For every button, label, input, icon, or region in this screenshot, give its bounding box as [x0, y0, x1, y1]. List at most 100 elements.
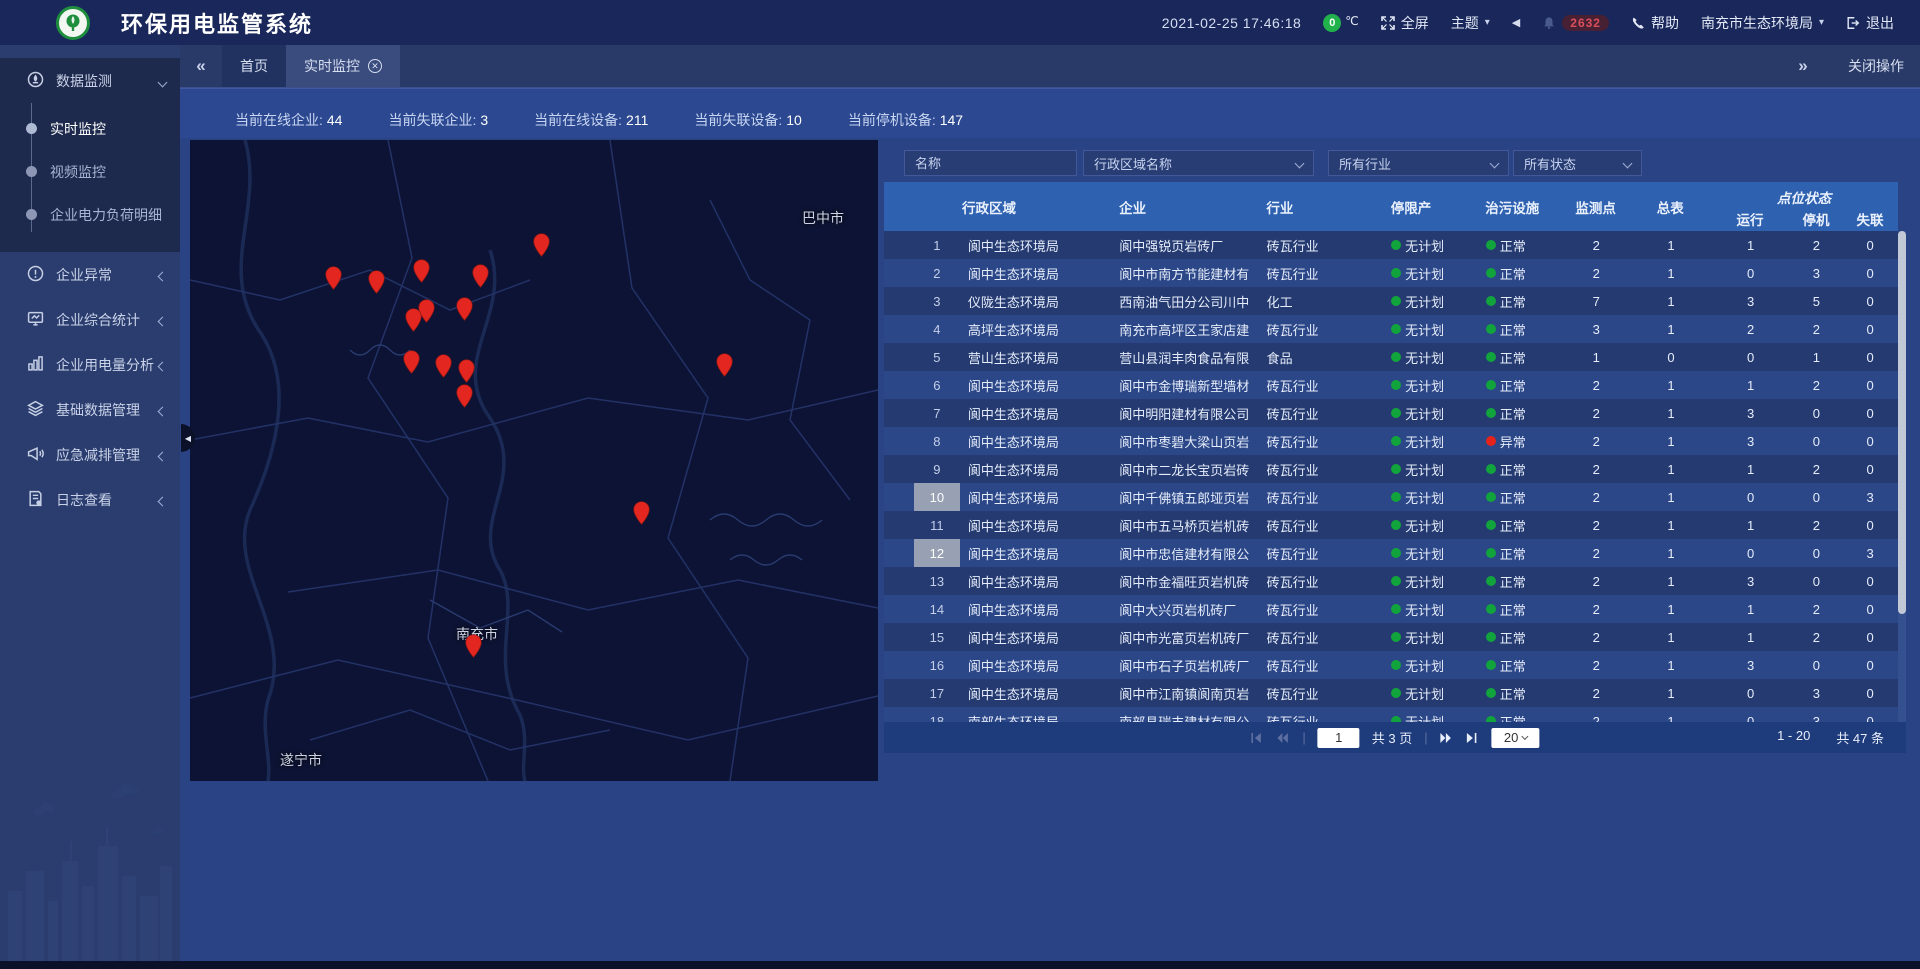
table-row[interactable]: 17阆中生态环境局阆中市江南镇阆南页岩砖瓦行业无计划正常21030: [884, 679, 1898, 707]
map-pin-icon[interactable]: [633, 501, 650, 525]
sidebar-item-label: 企业综合统计: [56, 310, 140, 330]
table-row[interactable]: 13阆中生态环境局阆中市金福旺页岩机砖砖瓦行业无计划正常21300: [884, 567, 1898, 595]
scrollbar-thumb[interactable]: [1898, 231, 1906, 614]
sidebar-item-company-statistics[interactable]: 企业综合统计: [0, 297, 180, 342]
tabs-scroll-left-button[interactable]: «: [180, 45, 222, 87]
table-row[interactable]: 12阆中生态环境局阆中市忠信建材有限公砖瓦行业无计划正常21003: [884, 539, 1898, 567]
status-filter-select[interactable]: 所有状态: [1513, 150, 1642, 176]
cell-running: 1: [1711, 630, 1791, 645]
map-panel[interactable]: 巴中市南充市遂宁市: [190, 140, 878, 781]
collapse-notice-button[interactable]: ◀: [1512, 16, 1520, 29]
table-row[interactable]: 9阆中生态环境局阆中市二龙长宝页岩砖砖瓦行业无计划正常21120: [884, 455, 1898, 483]
tab-realtime-monitor[interactable]: 实时监控 ✕: [286, 45, 400, 87]
cell-facility-status: 异常: [1484, 432, 1562, 451]
name-filter-field[interactable]: [904, 150, 1077, 176]
logout-button[interactable]: 退出: [1846, 13, 1894, 33]
cell-monitor-points: 2: [1561, 714, 1631, 723]
table-row[interactable]: 1阆中生态环境局阆中强锐页岩砖厂砖瓦行业无计划正常21120: [884, 231, 1898, 259]
table-row[interactable]: 3仪陇生态环境局西南油气田分公司川中化工无计划正常71350: [884, 287, 1898, 315]
sidebar-item-power-usage-analysis[interactable]: 企业用电量分析: [0, 342, 180, 387]
page-size-select[interactable]: 20: [1492, 728, 1540, 748]
map-pin-icon[interactable]: [458, 359, 475, 383]
table-panel: 行政区域名称 所有行业 所有状态 行政区域企业行业停限产治污设施监测点总表点位状…: [884, 140, 1906, 753]
map-pin-icon[interactable]: [418, 299, 435, 323]
map-pin-icon[interactable]: [325, 266, 342, 290]
cell-stopped: 3: [1790, 714, 1842, 723]
page-number-input[interactable]: [1318, 728, 1360, 748]
last-page-button[interactable]: [1466, 732, 1480, 744]
pagination-bar: | 共 3 页 | 20 1 - 20 共 47 条: [884, 722, 1906, 753]
datetime-text: 2021-02-25 17:46:18: [1162, 15, 1302, 31]
industry-filter-value: 所有行业: [1339, 154, 1391, 173]
table-scrollbar[interactable]: [1898, 231, 1906, 722]
org-dropdown[interactable]: 南充市生态环境局 ▾: [1701, 13, 1824, 33]
cell-stopped: 3: [1790, 686, 1842, 701]
theme-dropdown[interactable]: 主题 ▾: [1451, 13, 1490, 33]
prev-page-button[interactable]: [1276, 732, 1290, 744]
sidebar-item-power-load-detail[interactable]: 企业电力负荷明细: [0, 193, 180, 236]
first-page-button[interactable]: [1250, 732, 1264, 744]
tab-close-icon[interactable]: ✕: [368, 59, 382, 73]
table-row[interactable]: 16阆中生态环境局阆中市石子页岩机砖厂砖瓦行业无计划正常21300: [884, 651, 1898, 679]
cell-total-meters: 1: [1631, 546, 1711, 561]
table-row[interactable]: 11阆中生态环境局阆中市五马桥页岩机砖砖瓦行业无计划正常21120: [884, 511, 1898, 539]
cell-total-meters: 0: [1631, 350, 1711, 365]
map-pin-icon[interactable]: [465, 634, 482, 658]
cell-company: 阆中明阳建材有限公司: [1117, 404, 1264, 423]
map-pin-icon[interactable]: [413, 259, 430, 283]
table-row[interactable]: 5营山生态环境局营山县润丰肉食品有限食品无计划正常10010: [884, 343, 1898, 371]
map-pin-icon[interactable]: [368, 270, 385, 294]
temperature-value: 0: [1323, 14, 1341, 32]
table-row[interactable]: 8阆中生态环境局阆中市枣碧大梁山页岩砖瓦行业无计划异常21300: [884, 427, 1898, 455]
cell-stopped: 0: [1790, 574, 1842, 589]
column-header: 监测点: [1561, 182, 1631, 231]
notifications[interactable]: 2632: [1542, 15, 1609, 31]
sidebar-item-emergency-reduction[interactable]: 应急减排管理: [0, 432, 180, 477]
map-pin-icon[interactable]: [716, 353, 733, 377]
next-page-button[interactable]: [1440, 732, 1454, 744]
cell-monitor-points: 2: [1561, 462, 1631, 477]
status-dot-green-icon: [1486, 324, 1496, 334]
status-dot-green-icon: [1486, 576, 1496, 586]
sidebar-item-company-abnormal[interactable]: 企业异常: [0, 252, 180, 297]
sidebar-item-data-monitor[interactable]: 数据监测: [0, 58, 180, 103]
table-row[interactable]: 4高坪生态环境局南充市高坪区王家店建砖瓦行业无计划正常31220: [884, 315, 1898, 343]
cell-limit-status: 无计划: [1389, 628, 1484, 647]
tabs-scroll-right-button[interactable]: »: [1782, 56, 1824, 76]
map-pin-icon[interactable]: [533, 233, 550, 257]
cell-total-meters: 1: [1631, 490, 1711, 505]
theme-label: 主题: [1451, 13, 1479, 33]
fullscreen-button[interactable]: 全屏: [1381, 13, 1429, 33]
region-filter-select[interactable]: 行政区域名称: [1083, 150, 1314, 176]
logout-icon: [1846, 16, 1860, 30]
map-pin-icon[interactable]: [456, 297, 473, 321]
table-row[interactable]: 14阆中生态环境局阆中大兴页岩机砖厂砖瓦行业无计划正常21120: [884, 595, 1898, 623]
map-pin-icon[interactable]: [472, 264, 489, 288]
table-row[interactable]: 2阆中生态环境局阆中市南方节能建材有砖瓦行业无计划正常21030: [884, 259, 1898, 287]
cell-total-meters: 1: [1631, 714, 1711, 723]
table-row[interactable]: 15阆中生态环境局阆中市光富页岩机砖厂砖瓦行业无计划正常21120: [884, 623, 1898, 651]
tab-home[interactable]: 首页: [222, 45, 286, 87]
map-pin-icon[interactable]: [435, 354, 452, 378]
table-row[interactable]: 10阆中生态环境局阆中千佛镇五郎垭页岩砖瓦行业无计划正常21003: [884, 483, 1898, 511]
map-pin-icon[interactable]: [403, 350, 420, 374]
table-row[interactable]: 7阆中生态环境局阆中明阳建材有限公司砖瓦行业无计划正常21300: [884, 399, 1898, 427]
map-pin-icon[interactable]: [456, 384, 473, 408]
table-row[interactable]: 18南部生态环境局南部县瑞丰建材有限公砖瓦行业无计划正常21030: [884, 707, 1898, 722]
sidebar-item-log-view[interactable]: 日志查看: [0, 477, 180, 522]
facility-status-text: 正常: [1500, 516, 1526, 535]
status-dot-green-icon: [1391, 240, 1401, 250]
sidebar-item-video-monitor[interactable]: 视频监控: [0, 150, 180, 193]
limit-status-text: 无计划: [1405, 684, 1444, 703]
name-filter-input[interactable]: [915, 156, 1066, 171]
industry-filter-select[interactable]: 所有行业: [1328, 150, 1509, 176]
fullscreen-icon: [1381, 16, 1395, 30]
stat-item: 当前失联设备:10: [694, 110, 801, 130]
cell-running: 0: [1711, 714, 1791, 723]
close-operations-button[interactable]: 关闭操作: [1848, 56, 1904, 76]
help-button[interactable]: 帮助: [1631, 13, 1679, 33]
sidebar-item-base-data-management[interactable]: 基础数据管理: [0, 387, 180, 432]
table-row[interactable]: 6阆中生态环境局阆中市金博瑞新型墙材砖瓦行业无计划正常21120: [884, 371, 1898, 399]
sidebar-item-realtime-monitor[interactable]: 实时监控: [0, 107, 180, 150]
stat-label: 当前停机设备:: [848, 112, 936, 128]
